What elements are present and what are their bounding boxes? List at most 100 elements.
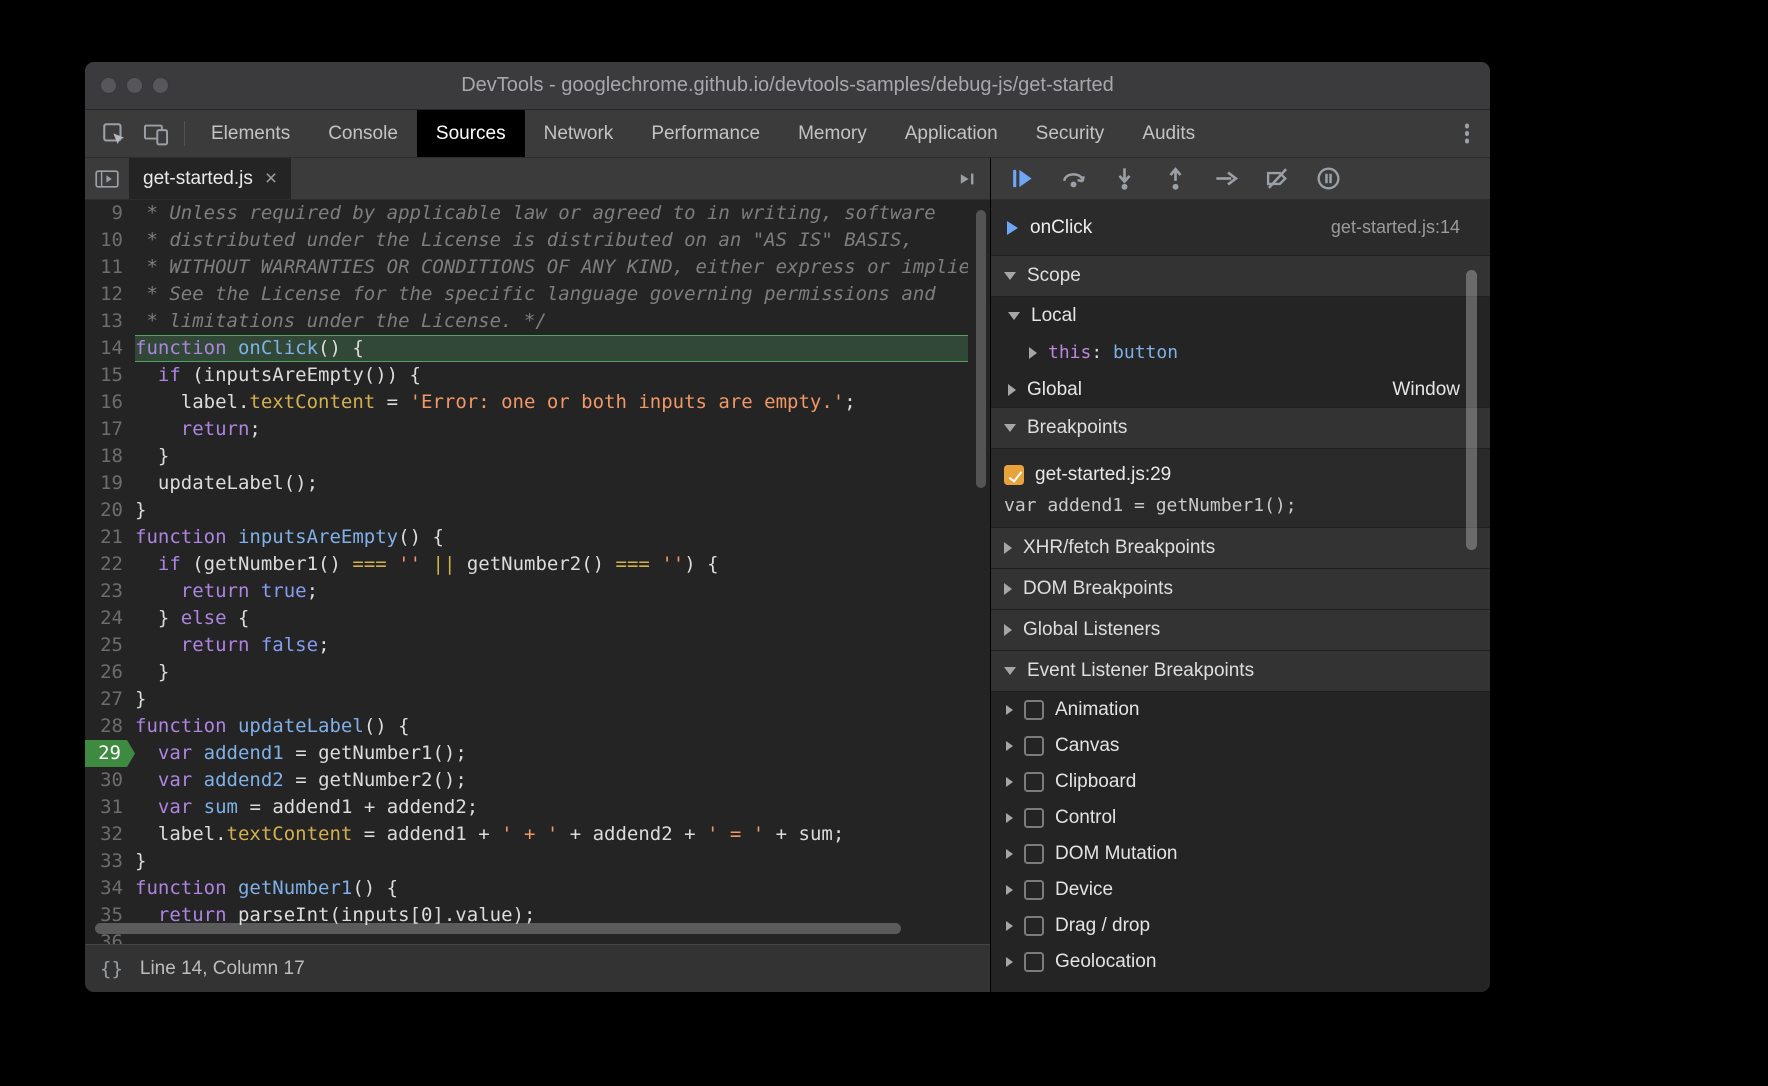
tab-audits[interactable]: Audits [1123, 110, 1214, 157]
line-number-10[interactable]: 10 [85, 227, 135, 254]
tab-network[interactable]: Network [525, 110, 633, 157]
line-number-30[interactable]: 30 [85, 767, 135, 794]
zoom-window-button[interactable] [152, 77, 169, 94]
line-number-29[interactable]: 29 [85, 740, 135, 767]
code-line-17[interactable]: return; [135, 416, 968, 443]
event-category-checkbox[interactable] [1024, 844, 1044, 864]
line-number-18[interactable]: 18 [85, 443, 135, 470]
line-number-21[interactable]: 21 [85, 524, 135, 551]
code-editor[interactable]: 9101112131415161718192021222324252627282… [85, 200, 990, 944]
section-event-listener-breakpoints[interactable]: Event Listener Breakpoints [991, 650, 1490, 692]
editor-horizontal-scrollbar[interactable] [95, 923, 901, 934]
event-category-geolocation[interactable]: Geolocation [991, 944, 1490, 980]
scope-global-row[interactable]: Global Window [991, 371, 1490, 408]
code-line-27[interactable]: } [135, 686, 968, 713]
line-number-12[interactable]: 12 [85, 281, 135, 308]
code-line-32[interactable]: label.textContent = addend1 + ' + ' + ad… [135, 821, 968, 848]
line-number-25[interactable]: 25 [85, 632, 135, 659]
line-number-9[interactable]: 9 [85, 200, 135, 227]
event-category-dom-mutation[interactable]: DOM Mutation [991, 836, 1490, 872]
titlebar[interactable]: DevTools - googlechrome.github.io/devtoo… [85, 62, 1490, 110]
code-line-15[interactable]: if (inputsAreEmpty()) { [135, 362, 968, 389]
section-breakpoints[interactable]: Breakpoints [991, 407, 1490, 449]
device-toolbar-icon[interactable] [135, 110, 177, 157]
line-number-24[interactable]: 24 [85, 605, 135, 632]
section-xhr-fetch-breakpoints[interactable]: XHR/fetch Breakpoints [991, 527, 1490, 569]
line-number-16[interactable]: 16 [85, 389, 135, 416]
tab-sources[interactable]: Sources [417, 110, 525, 157]
breakpoint-checkbox[interactable] [1004, 465, 1024, 485]
section-dom-breakpoints[interactable]: DOM Breakpoints [991, 568, 1490, 610]
line-number-19[interactable]: 19 [85, 470, 135, 497]
event-category-drag-drop[interactable]: Drag / drop [991, 908, 1490, 944]
code-line-29[interactable]: var addend1 = getNumber1(); [135, 740, 968, 767]
step-over-icon[interactable] [1060, 166, 1086, 192]
event-category-checkbox[interactable] [1024, 880, 1044, 900]
line-number-26[interactable]: 26 [85, 659, 135, 686]
line-number-22[interactable]: 22 [85, 551, 135, 578]
tab-elements[interactable]: Elements [192, 110, 309, 157]
line-number-15[interactable]: 15 [85, 362, 135, 389]
line-number-28[interactable]: 28 [85, 713, 135, 740]
event-category-checkbox[interactable] [1024, 772, 1044, 792]
step-icon[interactable] [1213, 166, 1239, 192]
tab-performance[interactable]: Performance [632, 110, 779, 157]
pretty-print-button[interactable]: {} [100, 958, 123, 980]
sidebar-scrollbar[interactable] [1466, 270, 1477, 550]
line-number-17[interactable]: 17 [85, 416, 135, 443]
close-tab-icon[interactable]: × [265, 168, 277, 189]
line-number-32[interactable]: 32 [85, 821, 135, 848]
event-category-device[interactable]: Device [991, 872, 1490, 908]
scope-this-row[interactable]: this: button [991, 334, 1490, 371]
section-global-listeners[interactable]: Global Listeners [991, 609, 1490, 651]
code-line-12[interactable]: * See the License for the specific langu… [135, 281, 968, 308]
code-line-31[interactable]: var sum = addend1 + addend2; [135, 794, 968, 821]
code-line-25[interactable]: return false; [135, 632, 968, 659]
step-out-icon[interactable] [1162, 166, 1188, 192]
line-number-13[interactable]: 13 [85, 308, 135, 335]
paused-location[interactable]: get-started.js:14 [1331, 217, 1474, 238]
code-line-19[interactable]: updateLabel(); [135, 470, 968, 497]
tab-console[interactable]: Console [309, 110, 417, 157]
event-category-checkbox[interactable] [1024, 916, 1044, 936]
inspect-icon[interactable] [93, 110, 135, 157]
show-navigator-icon[interactable] [85, 158, 129, 199]
navigator-overflow-icon[interactable] [946, 158, 990, 199]
code-line-18[interactable]: } [135, 443, 968, 470]
code-line-24[interactable]: } else { [135, 605, 968, 632]
code-line-28[interactable]: function updateLabel() { [135, 713, 968, 740]
code-line-20[interactable]: } [135, 497, 968, 524]
more-options-icon[interactable] [1444, 110, 1490, 157]
section-scope[interactable]: Scope [991, 255, 1490, 297]
event-category-checkbox[interactable] [1024, 952, 1044, 972]
code-line-10[interactable]: * distributed under the License is distr… [135, 227, 968, 254]
event-category-animation[interactable]: Animation [991, 692, 1490, 728]
code-line-23[interactable]: return true; [135, 578, 968, 605]
event-category-control[interactable]: Control [991, 800, 1490, 836]
tab-application[interactable]: Application [886, 110, 1017, 157]
event-category-checkbox[interactable] [1024, 736, 1044, 756]
code-line-11[interactable]: * WITHOUT WARRANTIES OR CONDITIONS OF AN… [135, 254, 968, 281]
line-number-23[interactable]: 23 [85, 578, 135, 605]
line-number-14[interactable]: 14 [85, 335, 135, 362]
tab-security[interactable]: Security [1017, 110, 1124, 157]
line-number-34[interactable]: 34 [85, 875, 135, 902]
code-line-30[interactable]: var addend2 = getNumber2(); [135, 767, 968, 794]
code-line-13[interactable]: * limitations under the License. */ [135, 308, 968, 335]
line-number-33[interactable]: 33 [85, 848, 135, 875]
code-line-9[interactable]: * Unless required by applicable law or a… [135, 200, 968, 227]
resume-icon[interactable] [1009, 166, 1035, 192]
event-category-checkbox[interactable] [1024, 700, 1044, 720]
tab-memory[interactable]: Memory [779, 110, 886, 157]
file-tab[interactable]: get-started.js × [129, 158, 291, 199]
scope-local-row[interactable]: Local [991, 297, 1490, 334]
code-line-34[interactable]: function getNumber1() { [135, 875, 968, 902]
deactivate-breakpoints-icon[interactable] [1264, 166, 1290, 192]
step-into-icon[interactable] [1111, 166, 1137, 192]
line-number-20[interactable]: 20 [85, 497, 135, 524]
event-category-clipboard[interactable]: Clipboard [991, 764, 1490, 800]
line-number-27[interactable]: 27 [85, 686, 135, 713]
code-line-22[interactable]: if (getNumber1() === '' || getNumber2() … [135, 551, 968, 578]
line-number-31[interactable]: 31 [85, 794, 135, 821]
code-line-33[interactable]: } [135, 848, 968, 875]
